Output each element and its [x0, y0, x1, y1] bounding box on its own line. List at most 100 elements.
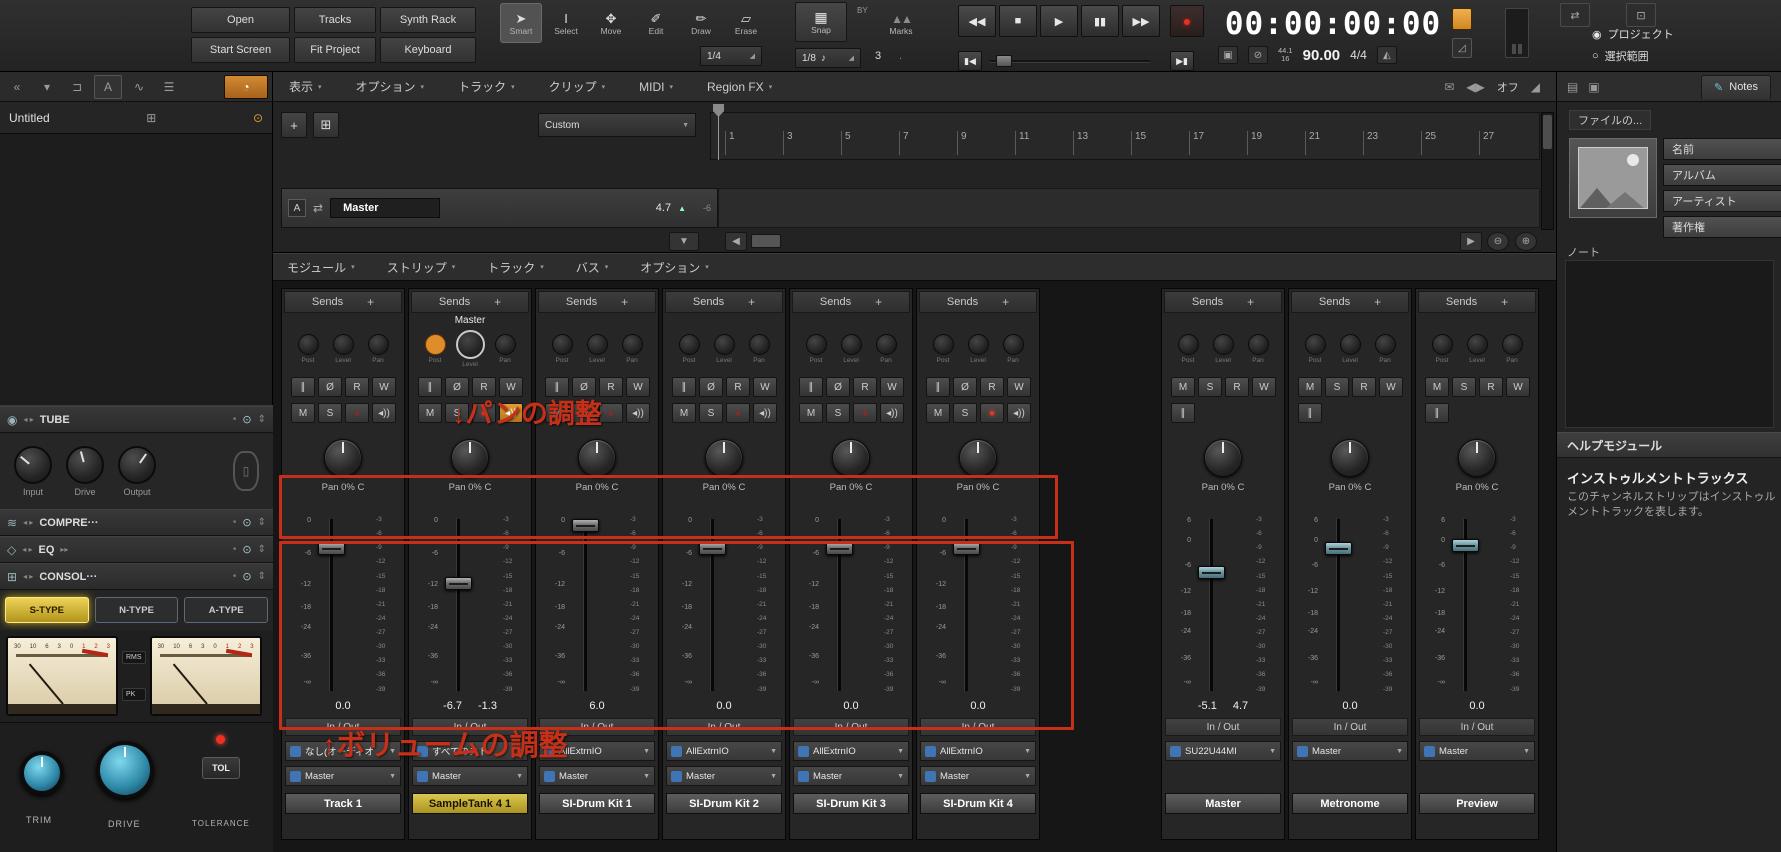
collapse-icon[interactable]: «	[4, 75, 30, 99]
pan-knob[interactable]	[1247, 334, 1269, 355]
pan-knob[interactable]	[1501, 334, 1523, 355]
record-arm-button[interactable]: ●	[853, 403, 877, 423]
bypass-dot-icon[interactable]: •	[233, 544, 237, 555]
drive-knob[interactable]	[96, 741, 154, 799]
bypass-dot-icon[interactable]: •	[233, 517, 237, 528]
add-send-button[interactable]: +	[748, 295, 755, 309]
solo-button[interactable]: S	[699, 403, 723, 423]
solo-button[interactable]: S	[953, 403, 977, 423]
meter-value[interactable]: 4/4	[1350, 48, 1367, 62]
write-button[interactable]: W	[1007, 377, 1031, 397]
post-knob[interactable]	[932, 334, 954, 355]
strip-name[interactable]: SI-Drum Kit 1	[539, 793, 655, 814]
input-selector[interactable]: AllExtrnIO ▼	[793, 741, 909, 761]
console-menu-3[interactable]: バス ▾	[576, 259, 609, 276]
console-type-n-type[interactable]: N-TYPE	[94, 597, 179, 623]
slider-handle[interactable]	[996, 55, 1012, 67]
pan-knob[interactable]	[621, 334, 643, 355]
chevron-down-icon[interactable]: ▾	[34, 75, 60, 99]
trim-knob[interactable]	[20, 751, 64, 795]
toolbar-button-fit-project[interactable]: Fit Project	[294, 37, 376, 63]
split-view-icon[interactable]: ◀▶	[1466, 80, 1484, 94]
record-arm-button[interactable]: ●	[726, 403, 750, 423]
pan-knob[interactable]	[1002, 334, 1024, 355]
write-button[interactable]: W	[372, 377, 396, 397]
write-button[interactable]: W	[1252, 377, 1276, 397]
mute-button[interactable]: M	[1171, 377, 1195, 397]
output-selector[interactable]: Master ▼	[666, 766, 782, 786]
trackview-menu-3[interactable]: クリップ ▾	[549, 78, 606, 95]
export-icon[interactable]: ⊡	[1626, 3, 1656, 27]
fit-screen-icon[interactable]: ◿	[1452, 38, 1472, 58]
pan-knob[interactable]	[451, 439, 489, 477]
toolbar-button-tracks[interactable]: Tracks	[294, 7, 376, 33]
pan-knob[interactable]	[1204, 439, 1242, 477]
master-track-header[interactable]: A ⇄ Master 4.7 ▲ -6	[281, 188, 718, 228]
stop-button[interactable]: ■	[999, 5, 1037, 37]
go-to-start-button[interactable]: ▮◀	[958, 51, 982, 71]
strip-name[interactable]: SI-Drum Kit 4	[920, 793, 1036, 814]
level-knob[interactable]	[1466, 334, 1488, 355]
level-knob[interactable]	[455, 330, 485, 359]
send-knob-post[interactable]: Post	[803, 329, 830, 375]
console-type-a-type[interactable]: A-TYPE	[184, 597, 269, 623]
module-header-compressor[interactable]: ≋ ◂ ▸ COMPRE··· • ⊙ ⇕	[0, 509, 273, 536]
send-knob-pan[interactable]: Pan	[1499, 329, 1526, 375]
read-button[interactable]: R	[472, 377, 496, 397]
file-field-label[interactable]: アルバム	[1664, 165, 1781, 185]
file-field-label[interactable]: アーティスト	[1664, 191, 1781, 211]
select-tool[interactable]: I Select	[545, 3, 587, 43]
output-selector[interactable]: Master ▼	[1292, 741, 1408, 761]
interleave-icon[interactable]: ∥	[799, 377, 823, 397]
input-echo-button[interactable]: ◂))	[626, 403, 650, 423]
file-field-label[interactable]: 著作権	[1664, 217, 1781, 237]
snap-count[interactable]: 3	[875, 50, 881, 62]
transport-position-slider[interactable]	[990, 55, 1150, 67]
scroll-left-icon[interactable]: ◀	[725, 232, 747, 251]
level-knob[interactable]	[967, 334, 989, 355]
send-knob-level[interactable]: Level	[1464, 329, 1491, 375]
read-button[interactable]: R	[853, 377, 877, 397]
fader-handle[interactable]	[1198, 565, 1225, 579]
toolbar-button-open[interactable]: Open	[191, 7, 290, 33]
sync-icon[interactable]: ▣	[1218, 46, 1238, 64]
console-menu-2[interactable]: トラック ▾	[487, 259, 544, 276]
menu-icon[interactable]: ☰	[156, 75, 182, 99]
input-selector[interactable]: AllExtrnIO ▼	[666, 741, 782, 761]
pan-knob[interactable]	[1374, 334, 1396, 355]
gain-up-icon[interactable]: ▲	[678, 204, 686, 213]
expand-icons[interactable]: ▸▸	[60, 545, 68, 554]
post-knob[interactable]	[1431, 334, 1453, 355]
tube-output-knob[interactable]: Output	[118, 445, 156, 497]
play-button[interactable]: ▶	[1040, 5, 1078, 37]
read-button[interactable]: R	[1352, 377, 1376, 397]
album-art-placeholder[interactable]	[1569, 138, 1657, 218]
tube-input-knob[interactable]: Input	[14, 445, 52, 497]
envelope-icon[interactable]: ✉	[1444, 80, 1454, 94]
fader-handle[interactable]	[1452, 538, 1479, 552]
level-knob[interactable]	[332, 334, 354, 355]
metronome-icon[interactable]: ◭	[1376, 46, 1397, 64]
send-knob-post[interactable]: Post	[295, 329, 322, 375]
solo-button[interactable]: S	[1325, 377, 1349, 397]
add-send-button[interactable]: +	[1374, 295, 1381, 309]
read-button[interactable]: R	[726, 377, 750, 397]
phase-button[interactable]: Ø	[572, 377, 596, 397]
scroll-right-icon[interactable]: ▶	[1460, 232, 1482, 251]
collapse-icon[interactable]: ⇕	[258, 517, 266, 528]
mute-button[interactable]: M	[1425, 377, 1449, 397]
module-header-console-emulator[interactable]: ⊞ ◂ ▸ CONSOL··· • ⊙ ⇕	[0, 563, 273, 590]
swap-views-icon[interactable]: ⇄	[1560, 3, 1590, 27]
notes-textarea[interactable]	[1565, 260, 1774, 428]
trackview-menu-1[interactable]: オプション ▾	[356, 78, 425, 95]
track-name[interactable]: Master	[330, 198, 441, 218]
output-selector[interactable]: SU22U44MI ▼	[1165, 741, 1281, 761]
input-echo-button[interactable]: ◂))	[753, 403, 777, 423]
send-knob-level[interactable]: Level	[1337, 329, 1364, 375]
interleave-icon[interactable]: ∥	[418, 377, 442, 397]
console-menu-0[interactable]: モジュール ▾	[287, 259, 355, 276]
power-icon[interactable]: ⊙	[242, 516, 251, 529]
input-selector[interactable]: AllExtrnIO ▼	[920, 741, 1036, 761]
phase-button[interactable]: Ø	[445, 377, 469, 397]
preset-nav-icons[interactable]: ◂ ▸	[23, 415, 33, 424]
